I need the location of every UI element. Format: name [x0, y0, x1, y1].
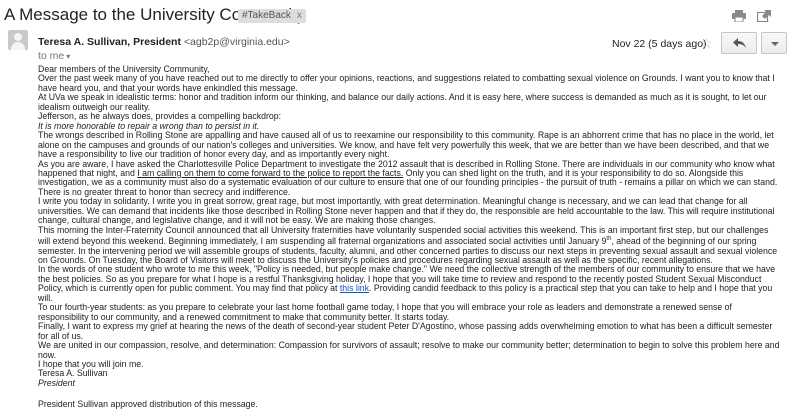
default-avatar-icon	[8, 30, 28, 50]
message-date: Nov 22 (5 days ago)	[612, 38, 707, 50]
subject-bar: A Message to the University Community #T…	[0, 0, 800, 28]
policy-link[interactable]: this link	[340, 283, 369, 293]
paragraph: The wrongs described in Rolling Stone ar…	[38, 130, 774, 160]
paragraph: This morning the Inter-Fraternity Counci…	[38, 225, 780, 266]
paragraph: At UVa we speak in idealistic terms: hon…	[38, 92, 767, 112]
reply-button[interactable]	[721, 32, 757, 54]
recipient-label: to me	[38, 50, 65, 62]
paragraph: I write you today in solidarity. I write…	[38, 196, 775, 226]
signature-name: Teresa A. Sullivan	[38, 368, 108, 379]
new-window-icon[interactable]	[756, 9, 771, 23]
more-actions-button[interactable]	[761, 32, 787, 54]
chevron-down-icon[interactable]: ▾	[66, 52, 70, 61]
remove-label-button[interactable]: x	[297, 10, 302, 21]
label-text: #TakeBack	[242, 10, 291, 21]
paragraph: We are united in our compassion, resolve…	[38, 340, 780, 360]
sender-name: Teresa A. Sullivan, President	[38, 36, 181, 48]
paragraph: As you are aware, I have asked the Charl…	[38, 159, 780, 198]
paragraph: Over the past week many of you have reac…	[38, 73, 775, 93]
paragraph: To our fourth-year students: as you prep…	[38, 302, 732, 322]
message-body: Dear members of the University Community…	[38, 64, 780, 388]
sender[interactable]: Teresa A. Sullivan, President <agb2p@vir…	[38, 36, 290, 48]
reply-arrow-icon	[733, 38, 746, 48]
print-icon[interactable]	[732, 9, 746, 23]
paragraph: Finally, I want to express my grief at h…	[38, 321, 773, 341]
sender-email: <agb2p@virginia.edu>	[183, 36, 290, 48]
footer-note: President Sullivan approved distribution…	[38, 399, 258, 409]
chevron-down-icon	[771, 42, 779, 46]
message-header: Teresa A. Sullivan, President <agb2p@vir…	[0, 28, 800, 64]
star-icon[interactable]: ☆	[700, 36, 713, 50]
paragraph: I hope that you will join me.	[38, 358, 144, 369]
label-chip[interactable]: #TakeBack x	[238, 9, 306, 23]
signature-title: President	[38, 377, 75, 388]
paragraph: In the words of one student who wrote to…	[38, 265, 780, 303]
recipient-details[interactable]: to me ▾	[38, 50, 70, 62]
